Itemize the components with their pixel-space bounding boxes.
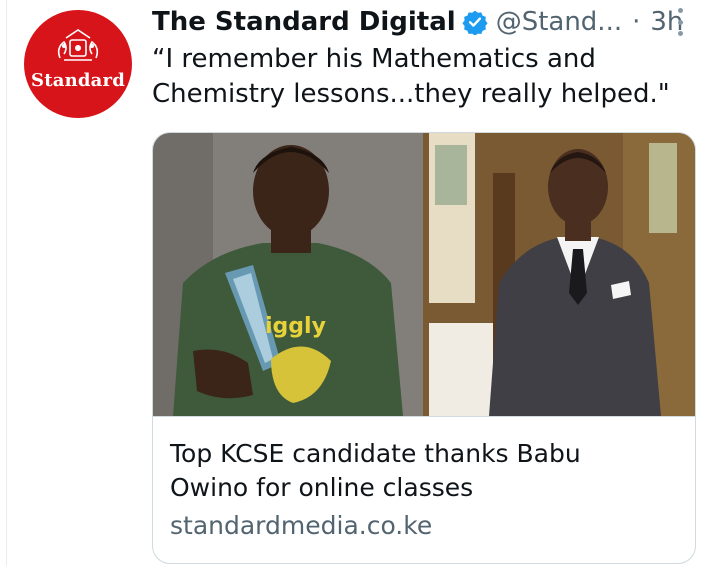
door-glass [435,145,467,205]
card-body[interactable]: Top KCSE candidate thanks Babu Owino for… [153,416,695,563]
tweet-text-line: “I remember his Mathematics and [152,44,596,74]
display-name[interactable]: The Standard Digital [152,7,456,37]
more-options-icon[interactable] [669,8,691,36]
timeline-border [6,0,7,566]
man-head [548,149,608,225]
verified-badge-icon [462,10,488,35]
tweet-text-line: Chemistry lessons...they really helped." [152,79,670,109]
card-title-line: Top KCSE candidate thanks Babu [170,439,581,468]
more-dot [677,31,683,36]
hall-light [429,323,493,416]
shirt-graphic-text: iggly [265,314,326,339]
coat-of-arms-icon [57,29,99,61]
more-dot [677,8,683,13]
tweet-header: The Standard Digital @Stand... · 3h [152,2,683,42]
wall-frame [649,143,677,233]
card-title: Top KCSE candidate thanks Babu Owino for… [170,437,670,505]
account-handle[interactable]: @Stand... [496,7,622,37]
link-card[interactable]: iggly Top KCSE candidate thanks Babu Owi… [152,132,696,564]
card-title-line: Owino for online classes [170,473,474,502]
separator-dot: · [632,7,641,37]
card-image[interactable]: iggly [153,133,695,416]
avatar-logo-text: Standard [31,70,125,91]
tweet-text: “I remember his Mathematics and Chemistr… [152,42,692,112]
card-domain: standardmedia.co.ke [170,511,433,540]
account-avatar[interactable]: Standard [24,10,132,118]
more-dot [677,19,683,25]
